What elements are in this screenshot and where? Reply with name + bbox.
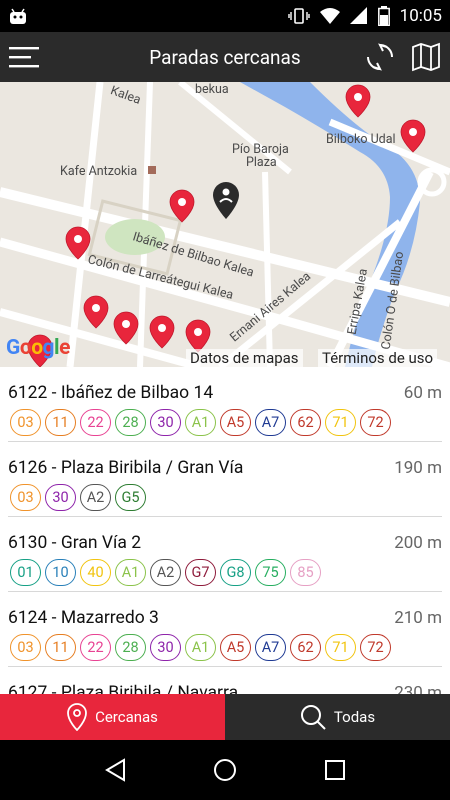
- stop-name: 6122 - Ibáñez de Bilbao 14: [8, 383, 214, 403]
- line-badge: G5: [115, 484, 146, 511]
- signal-icon: [349, 7, 367, 24]
- stop-name: 6130 - Gran Vía 2: [8, 533, 142, 553]
- line-badge: 71: [325, 634, 356, 661]
- line-badge: A1: [185, 634, 216, 661]
- status-bar: 10:05: [0, 0, 450, 32]
- stop-row[interactable]: 6122 - Ibáñez de Bilbao 14 60 m 03 11 22 28 30…: [8, 367, 442, 442]
- line-badge: 11: [45, 634, 76, 661]
- line-badge: 03: [10, 409, 41, 436]
- recents-button[interactable]: [315, 750, 355, 790]
- line-badge: 30: [150, 634, 181, 661]
- bus-lines: 03 30 A2 G5: [10, 484, 146, 511]
- stop-distance: 230 m: [394, 683, 442, 694]
- line-badge: 28: [115, 409, 146, 436]
- search-icon: [300, 705, 326, 730]
- line-badge: G8: [220, 559, 251, 586]
- road: [262, 171, 273, 367]
- terms-link[interactable]: Términos de uso: [318, 349, 438, 367]
- stop-row[interactable]: 6126 - Plaza Biribila / Gran Vía 190 m 03 3…: [8, 442, 442, 517]
- line-badge: 22: [80, 409, 111, 436]
- user-location-pin: [213, 182, 239, 219]
- line-badge: 30: [150, 409, 181, 436]
- back-button[interactable]: [95, 750, 135, 790]
- stop-row[interactable]: 6124 - Mazarredo 3 210 m 03 11 22 28 30 A1 A5 A7 6…: [8, 592, 442, 667]
- app-toolbar: Paradas cercanas: [0, 32, 450, 82]
- system-nav-bar: [0, 740, 450, 800]
- stop-distance: 60 m: [403, 383, 442, 403]
- map-view[interactable]: Kalea bekua Bilboko Udal Pío Baroja Plaz…: [0, 82, 450, 367]
- vibrate-icon: [287, 8, 310, 24]
- line-badge: A1: [115, 559, 146, 586]
- line-badge: A2: [150, 559, 181, 586]
- bus-lines: 03 11 22 28 30 A1 A5 A7 62 71 72: [10, 409, 391, 436]
- line-badge: 28: [115, 634, 146, 661]
- stop-distance: 200 m: [394, 533, 442, 553]
- line-badge: A1: [185, 409, 216, 436]
- line-badge: 85: [290, 559, 321, 586]
- refresh-button[interactable]: [364, 37, 396, 77]
- street-label: bekua: [195, 82, 229, 97]
- clock: 10:05: [399, 6, 442, 26]
- home-button[interactable]: [205, 750, 245, 790]
- bus-lines: 03 11 22 28 30 A1 A5 A7 62 71 72: [10, 634, 391, 661]
- home-circle-icon: [214, 759, 236, 781]
- line-badge: 03: [10, 634, 41, 661]
- tab-nearby-label: Cercanas: [95, 708, 158, 726]
- stop-row[interactable]: 6127 - Plaza Biribila / Navarra 230 m: [8, 667, 442, 694]
- line-badge: 22: [80, 634, 111, 661]
- map-data-link[interactable]: Datos de mapas: [186, 349, 303, 367]
- line-badge: 03: [10, 484, 41, 511]
- line-badge: 71: [325, 409, 356, 436]
- line-badge: 62: [290, 634, 321, 661]
- stop-name: 6124 - Mazarredo 3: [8, 608, 159, 628]
- bus-lines: 01 10 40 A1 A2 G7 G8 75 85: [10, 559, 321, 586]
- line-badge: A5: [220, 634, 251, 661]
- battery-icon: [377, 6, 390, 26]
- place-label: Bilboko Udal: [326, 132, 396, 147]
- tab-all[interactable]: Todas: [225, 694, 450, 740]
- folded-map-icon: [412, 42, 440, 72]
- stop-name: 6126 - Plaza Biribila / Gran Vía: [8, 458, 244, 478]
- line-badge: 11: [45, 409, 76, 436]
- place-label: Plaza: [246, 155, 277, 170]
- line-badge: A7: [255, 634, 286, 661]
- line-badge: 72: [360, 409, 391, 436]
- android-icon: [10, 8, 26, 24]
- line-badge: 40: [80, 559, 111, 586]
- stop-name: 6127 - Plaza Biribila / Navarra: [8, 683, 239, 694]
- line-badge: 10: [45, 559, 76, 586]
- wifi-icon: [319, 8, 340, 24]
- stops-list: 6122 - Ibáñez de Bilbao 14 60 m 03 11 22 28 30…: [0, 367, 450, 694]
- line-badge: A5: [220, 409, 251, 436]
- line-badge: G7: [185, 559, 216, 586]
- recents-square-icon: [325, 760, 345, 780]
- line-badge: 01: [10, 559, 41, 586]
- menu-button[interactable]: [4, 37, 44, 77]
- google-logo: Google: [6, 336, 70, 360]
- location-pin-icon: [67, 703, 87, 731]
- map-view-button[interactable]: [410, 37, 442, 77]
- refresh-icon: [367, 43, 393, 71]
- stop-distance: 210 m: [394, 608, 442, 628]
- hamburger-icon: [9, 47, 39, 68]
- line-badge: 62: [290, 409, 321, 436]
- line-badge: A7: [255, 409, 286, 436]
- poi-marker: [148, 166, 156, 174]
- app-root: 10:05 Paradas cercanas Kalea bekua Bilbo…: [0, 0, 450, 800]
- line-badge: 30: [45, 484, 76, 511]
- back-triangle-icon: [105, 758, 125, 782]
- line-badge: A2: [80, 484, 111, 511]
- stop-distance: 190 m: [394, 458, 442, 478]
- tab-nearby[interactable]: Cercanas: [0, 694, 225, 740]
- stop-row[interactable]: 6130 - Gran Vía 2 200 m 01 10 40 A1 A2 G7 G8 75 85: [8, 517, 442, 592]
- place-label: Kafe Antzokia: [60, 164, 138, 179]
- line-badge: 72: [360, 634, 391, 661]
- bottom-tabs: Cercanas Todas: [0, 694, 450, 740]
- tab-all-label: Todas: [333, 708, 376, 726]
- line-badge: 75: [255, 559, 286, 586]
